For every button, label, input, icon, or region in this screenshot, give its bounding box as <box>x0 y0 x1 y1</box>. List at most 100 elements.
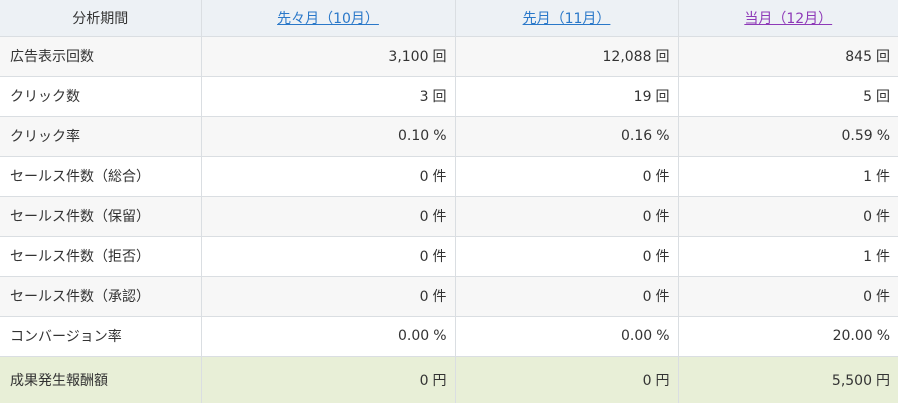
period-header: 分析期間 <box>0 0 202 37</box>
metric-unit: 件 <box>432 249 447 265</box>
row-label: セールス件数（総合） <box>0 155 202 197</box>
metric-cell: 0件 <box>200 275 456 317</box>
metric-unit: 件 <box>876 249 890 265</box>
metric-value: 0 <box>642 289 652 305</box>
metric-cell: 0件 <box>454 155 679 197</box>
metric-value: 0 <box>419 169 429 185</box>
table-row: セールス件数（保留） 0 件 0 件 0 件 <box>0 195 898 237</box>
metric-cell: 3,100 回 <box>200 35 456 77</box>
row-label: コンバージョン率 <box>0 315 202 357</box>
metric-cell: 0件 <box>677 275 898 317</box>
total-row: 成果発生報酬額 0 円 0 円 5,500 円 <box>0 355 898 403</box>
row-label: クリック率 <box>0 115 202 157</box>
metric-unit: 件 <box>876 289 890 305</box>
metric-unit: 件 <box>655 249 670 265</box>
metric-unit: 円 <box>655 372 670 389</box>
column-header-current-month: 当月（12月） <box>677 0 898 37</box>
metric-unit: 件 <box>432 289 447 305</box>
metric-value: 0.00 <box>398 328 430 344</box>
metric-cell: 0件 <box>454 235 679 277</box>
metric-unit: % <box>876 328 890 344</box>
table-row: クリック率 0.10% 0.16% 0.59% <box>0 115 898 157</box>
metric-value: 5 <box>863 89 872 105</box>
row-label: セールス件数（拒否） <box>0 235 202 277</box>
metric-unit: 円 <box>432 372 447 389</box>
metric-value: 19 <box>633 89 652 105</box>
metric-value: 0.16 <box>621 128 653 144</box>
metric-unit: 回 <box>876 49 890 65</box>
metric-value: 0 <box>642 209 652 225</box>
metric-cell: 3回 <box>200 75 456 117</box>
row-label: 成果発生報酬額 <box>0 355 202 403</box>
metric-cell: 5回 <box>677 75 898 117</box>
metric-value: 0 <box>419 249 429 265</box>
metric-unit: 件 <box>432 169 447 185</box>
metric-value: 20.00 <box>832 328 873 344</box>
metric-value: 0.00 <box>621 328 653 344</box>
metric-unit: 円 <box>876 372 890 389</box>
metric-cell: 0件 <box>200 195 456 237</box>
metric-cell: 0件 <box>454 275 679 317</box>
metric-unit: 件 <box>655 289 670 305</box>
metric-unit: 件 <box>432 209 447 225</box>
metric-value: 0 <box>642 372 652 389</box>
metric-cell: 0.59% <box>677 115 898 157</box>
metric-cell: 0.16% <box>454 115 679 157</box>
metric-cell: 20.00% <box>677 315 898 357</box>
metric-cell: 5,500 円 <box>677 355 898 403</box>
metric-value: 3 <box>419 89 429 105</box>
metric-value: 1 <box>863 249 872 265</box>
metric-value: 1 <box>863 169 872 185</box>
column-header-two-months-ago: 先々月（10月） <box>200 0 456 37</box>
metric-cell: 1件 <box>677 155 898 197</box>
metric-value: 0.59 <box>841 128 873 144</box>
table-row: セールス件数（総合） 0 件 0 件 1 件 <box>0 155 898 197</box>
metric-unit: 回 <box>432 89 447 105</box>
metric-unit: 件 <box>655 169 670 185</box>
metric-value: 0 <box>863 209 872 225</box>
metric-unit: 回 <box>655 49 670 65</box>
metric-cell: 12,088 回 <box>454 35 679 77</box>
metric-cell: 0件 <box>454 195 679 237</box>
metric-value: 3,100 <box>388 49 429 65</box>
metric-value: 0 <box>642 249 652 265</box>
metric-cell: 0件 <box>677 195 898 237</box>
row-label: クリック数 <box>0 75 202 117</box>
metric-unit: 件 <box>876 209 890 225</box>
metric-value: 0 <box>419 209 429 225</box>
row-label: 広告表示回数 <box>0 35 202 77</box>
metric-value: 0.10 <box>398 128 430 144</box>
metric-cell: 0.00% <box>454 315 679 357</box>
current-month-link[interactable]: 当月（12月） <box>744 11 832 27</box>
metric-value: 0 <box>419 289 429 305</box>
metric-unit: 回 <box>432 49 447 65</box>
metric-unit: 回 <box>876 89 890 105</box>
metric-cell: 0円 <box>454 355 679 403</box>
report-body: 広告表示回数 3,100 回 12,088 回 845 回クリック数 3 回 19 回 5 回クリック率… <box>0 35 898 403</box>
row-label: セールス件数（承認） <box>0 275 202 317</box>
metric-cell: 845 回 <box>677 35 898 77</box>
metric-cell: 0件 <box>200 235 456 277</box>
analytics-report-table: 分析期間 先々月（10月） 先月（11月） 当月（12月） 広告表示回数 3,10… <box>0 0 898 403</box>
metric-unit: 回 <box>655 89 670 105</box>
metric-unit: % <box>433 128 447 144</box>
metric-value: 845 <box>845 49 872 65</box>
table-row: 広告表示回数 3,100 回 12,088 回 845 回 <box>0 35 898 77</box>
metric-cell: 0円 <box>200 355 456 403</box>
metric-cell: 0件 <box>200 155 456 197</box>
header-row: 分析期間 先々月（10月） 先月（11月） 当月（12月） <box>0 0 898 37</box>
table-row: コンバージョン率 0.00% 0.00% 20.00% <box>0 315 898 357</box>
row-label: セールス件数（保留） <box>0 195 202 237</box>
last-month-link[interactable]: 先月（11月） <box>523 11 611 27</box>
metric-unit: % <box>656 328 670 344</box>
metric-value: 0 <box>863 289 872 305</box>
table-row: クリック数 3 回 19 回 5 回 <box>0 75 898 117</box>
column-header-last-month: 先月（11月） <box>454 0 679 37</box>
metric-cell: 0.10% <box>200 115 456 157</box>
metric-value: 12,088 <box>602 49 652 65</box>
table-row: セールス件数（承認） 0 件 0 件 0 件 <box>0 275 898 317</box>
metric-unit: 件 <box>655 209 670 225</box>
metric-unit: % <box>656 128 670 144</box>
metric-value: 5,500 <box>831 372 872 389</box>
two-months-ago-link[interactable]: 先々月（10月） <box>277 11 379 27</box>
